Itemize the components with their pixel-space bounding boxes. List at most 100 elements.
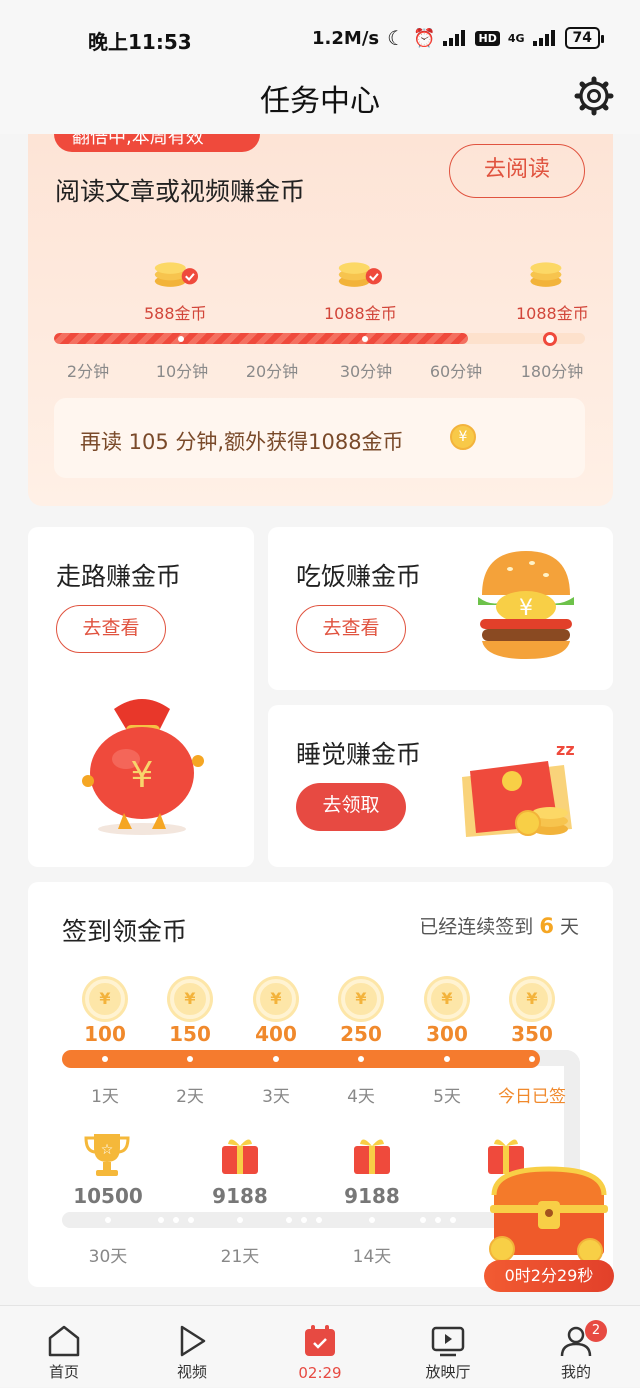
day-progress-dot (187, 1056, 193, 1062)
milestone-amount: 10500 (73, 1184, 143, 1208)
tab-label: 我的 (560, 1363, 591, 1381)
walk-task-title: 走路赚金币 (56, 562, 182, 591)
home-icon (48, 1325, 80, 1357)
day-reward-amount: 400 (255, 1022, 297, 1046)
day-progress-dot (102, 1056, 108, 1062)
tick-label: 180分钟 (520, 362, 584, 381)
red-envelope-icon: zz (462, 740, 575, 837)
milestone-day: 21天 (220, 1247, 260, 1267)
day-label: 2天 (176, 1087, 204, 1107)
coin-stack-icon (154, 262, 198, 287)
streak-suffix: 天 (559, 916, 579, 938)
hd-icon: HD (475, 30, 500, 46)
svg-text:☆: ☆ (101, 1142, 114, 1158)
day-reward-amount: 100 (84, 1022, 126, 1046)
tab-label: 放映厅 (425, 1363, 471, 1381)
progress-dot (178, 336, 184, 342)
day-coin-icon: ¥ (341, 979, 381, 1019)
read-task-card: 翻倍中,本周有效 阅读文章或视频赚金币 去阅读 588金币 1088金币 108… (28, 134, 613, 506)
tab-label: 首页 (48, 1363, 79, 1381)
tab-video[interactable]: 视频 (147, 1306, 237, 1388)
tick-label: 60分钟 (429, 362, 483, 381)
day-progress-dot (444, 1056, 450, 1062)
walk-task-card: 走路赚金币 去查看 ¥ (28, 527, 254, 867)
day-coin-icon: ¥ (85, 979, 125, 1019)
tab-label: 02:29 (298, 1364, 342, 1382)
coin-icon: ¥ (450, 424, 476, 450)
milestone-day: 14天 (352, 1247, 392, 1267)
tab-tasks[interactable]: 02:29 (275, 1306, 365, 1388)
tick-label: 2分钟 (66, 362, 110, 381)
eat-view-button[interactable]: 去查看 (296, 605, 406, 653)
coin-symbol: ¥ (526, 989, 538, 1008)
signin-title: 签到领金币 (62, 917, 188, 946)
tab-profile[interactable]: 2 我的 (531, 1306, 621, 1388)
streak-prefix: 已经连续签到 (419, 916, 534, 938)
treasure-chest-icon (489, 1166, 608, 1264)
double-badge: 翻倍中,本周有效 (54, 134, 260, 152)
gift-icon (222, 1139, 258, 1174)
gear-icon[interactable] (574, 76, 614, 116)
tab-home[interactable]: 首页 (19, 1306, 109, 1388)
coin-symbol: ¥ (99, 989, 111, 1008)
trophy-icon: ☆ (84, 1134, 130, 1176)
streak-days: 6 (539, 914, 554, 938)
alarm-icon: ⏰ (413, 27, 436, 49)
calendar-icon (305, 1325, 335, 1356)
svg-text:zz: zz (556, 740, 575, 759)
go-read-button[interactable]: 去阅读 (449, 144, 585, 198)
reward-label: 1088金币 (324, 304, 397, 323)
day-label: 4天 (347, 1087, 375, 1107)
treasure-chest-button[interactable]: 0时2分29秒 (484, 1165, 614, 1292)
money-bag-icon: ¥ (82, 699, 204, 835)
tick-label: 30分钟 (339, 362, 393, 381)
day-reward-amount: 350 (511, 1022, 553, 1046)
day-coin-icon: ¥ (256, 979, 296, 1019)
sleep-task-title: 睡觉赚金币 (296, 740, 422, 769)
read-task-title: 阅读文章或视频赚金币 (55, 177, 306, 206)
svg-text:¥: ¥ (519, 596, 533, 621)
chest-timer: 0时2分29秒 (484, 1260, 614, 1292)
sleep-claim-button[interactable]: 去领取 (296, 783, 406, 831)
coin-stack-icon (338, 262, 382, 287)
milestone-amount: 9188 (344, 1184, 400, 1208)
sleep-task-card: 睡觉赚金币 去领取 zz (268, 705, 613, 867)
eat-task-card: 吃饭赚金币 去查看 ¥ (268, 527, 613, 690)
day-label: 3天 (262, 1087, 290, 1107)
signal-icon (443, 30, 467, 46)
walk-view-button[interactable]: 去查看 (56, 605, 166, 653)
day-progress-dot (358, 1056, 364, 1062)
svg-text:¥: ¥ (131, 755, 154, 796)
tab-label: 视频 (176, 1363, 207, 1381)
coin-symbol: ¥ (355, 989, 367, 1008)
tab-theater[interactable]: 放映厅 (403, 1306, 493, 1388)
notification-badge: 2 (585, 1320, 607, 1342)
coin-symbol: ¥ (441, 989, 453, 1008)
progress-dot (362, 336, 368, 342)
day-reward-amount: 300 (426, 1022, 468, 1046)
read-progress-fill (54, 333, 469, 344)
day-label: 今日已签 (498, 1087, 566, 1107)
signin-streak: 已经连续签到 6 天 (419, 912, 579, 939)
header: 任务中心 (0, 70, 640, 134)
tick-label: 20分钟 (245, 362, 299, 381)
signal-icon-2 (532, 30, 557, 46)
tv-icon (431, 1326, 465, 1357)
coin-stack-icon (530, 262, 562, 287)
page-title: 任务中心 (260, 84, 380, 119)
day-reward-amount: 250 (340, 1022, 382, 1046)
eat-task-title: 吃饭赚金币 (296, 562, 422, 591)
day-coin-icon: ¥ (427, 979, 467, 1019)
status-icons: 1.2M/s ☾ ⏰ HD 4G 74 (312, 26, 605, 50)
tick-label: 10分钟 (155, 362, 209, 381)
moon-icon: ☾ (387, 26, 406, 50)
network-type: 4G (507, 31, 525, 45)
day-progress-dot (529, 1056, 535, 1062)
bottom-tab-bar: 首页 视频 02:29 放映厅 2 我的 (0, 1305, 640, 1387)
reward-label: 588金币 (144, 304, 207, 323)
status-time: 晚上11:53 (88, 30, 192, 54)
day-label: 5天 (433, 1087, 461, 1107)
coin-symbol: ¥ (184, 989, 196, 1008)
milestone-amount: 9188 (212, 1184, 268, 1208)
burger-icon: ¥ (478, 551, 574, 659)
